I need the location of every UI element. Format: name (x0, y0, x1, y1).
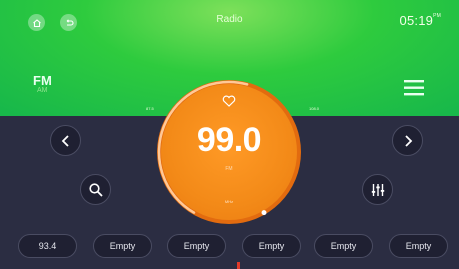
frequency-display: 99.0 (196, 121, 262, 159)
clock: 05:19PM (400, 13, 441, 28)
clock-suffix: PM (433, 13, 441, 19)
tuning-indicator (237, 262, 240, 269)
equalizer-button[interactable] (362, 174, 393, 205)
search-button[interactable] (80, 174, 111, 205)
preset-button[interactable]: Empty (242, 234, 301, 258)
equalizer-icon (371, 183, 384, 196)
next-station-button[interactable] (392, 125, 423, 156)
preset-button[interactable]: 93.4 (18, 234, 77, 258)
clock-time: 05:19 (399, 13, 434, 28)
frequency-unit-label: MHz (224, 199, 234, 204)
scale-min-label: 87.5 (146, 106, 154, 111)
heart-icon[interactable] (222, 95, 236, 107)
radio-screen: Radio 05:19PM FM AM 87.5 108.0 99.0 FM M… (0, 0, 459, 269)
chevron-left-icon (61, 134, 69, 147)
page-title: Radio (216, 14, 243, 25)
chevron-right-icon (404, 134, 412, 147)
preset-button[interactable]: Empty (167, 234, 226, 258)
previous-station-button[interactable] (50, 125, 81, 156)
preset-button[interactable]: Empty (389, 234, 448, 258)
band-switch[interactable]: FM AM (33, 73, 63, 95)
preset-button[interactable]: Empty (314, 234, 373, 258)
band-fm-label: FM (33, 73, 52, 88)
preset-bar: 93.4 Empty Empty Empty Empty Empty (18, 234, 448, 258)
menu-icon[interactable] (402, 78, 426, 98)
preset-button[interactable]: Empty (93, 234, 152, 258)
search-icon (88, 182, 103, 197)
band-am-label: AM (37, 87, 48, 94)
tuner-knob[interactable] (261, 210, 267, 216)
scale-max-label: 108.0 (309, 106, 320, 111)
frequency-band-label: FM (225, 166, 233, 172)
